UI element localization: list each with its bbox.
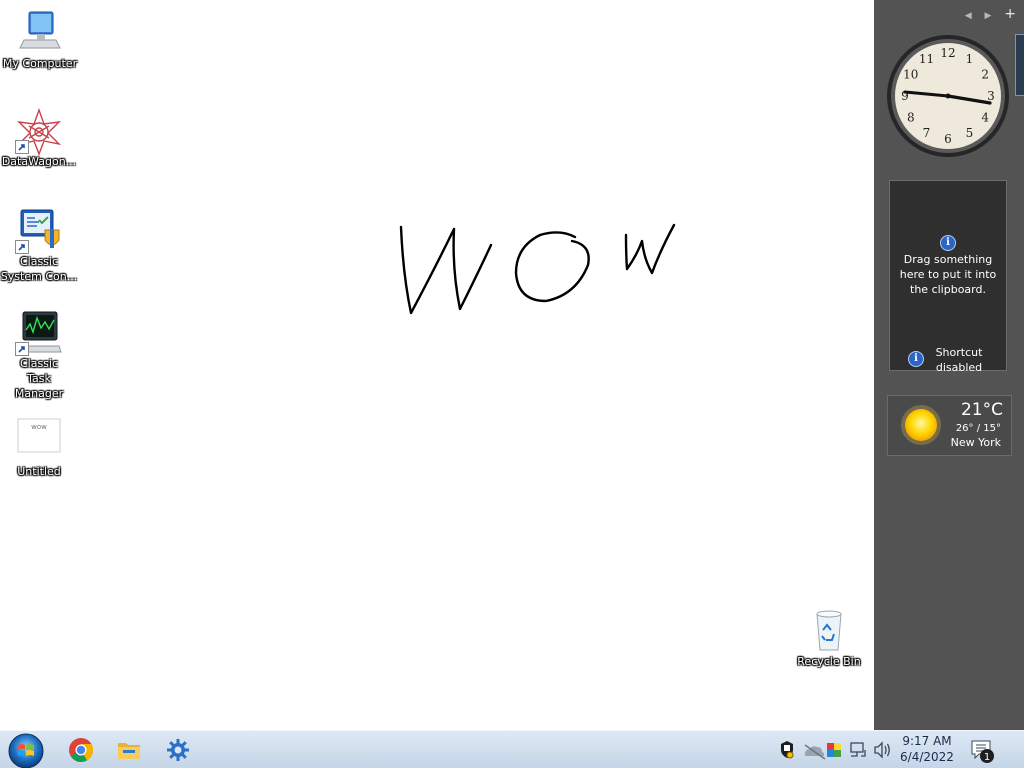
- paint-document-icon: wow: [15, 418, 63, 462]
- desktop-icon-label: Untitled: [17, 465, 61, 478]
- desktop-icon-classic-system-control[interactable]: Classic System Con...: [0, 208, 79, 284]
- desktop-icon-my-computer[interactable]: My Computer: [0, 10, 80, 71]
- taskbar-date: 6/4/2022: [900, 750, 954, 764]
- handwritten-wow-drawing: [390, 215, 690, 329]
- desktop-icon-label: Recycle Bin: [797, 655, 861, 668]
- clock-numeral: 3: [987, 89, 995, 103]
- color-app-icon: [827, 743, 841, 757]
- desktop-icon-classic-task-manager[interactable]: Classic Task Manager: [0, 310, 79, 401]
- clock-numeral: 4: [981, 111, 989, 125]
- control-panel-icon: [15, 208, 63, 254]
- task-manager-icon: [15, 310, 63, 356]
- network-icon: [850, 742, 866, 757]
- computer-icon: [16, 10, 64, 54]
- sidebar-controls: ◀ ▶ +: [956, 6, 1016, 22]
- desktop-icon-label: Classic Task Manager: [14, 357, 64, 400]
- gadget-toolbar-tab[interactable]: [1015, 34, 1024, 96]
- svg-text:wow: wow: [31, 423, 47, 431]
- clock-numeral: 1: [966, 52, 974, 66]
- clock-gadget[interactable]: 12 1 2 3 4 5 6 7 8 9 10 11: [886, 34, 1010, 158]
- clipboard-gadget[interactable]: i Drag something here to put it into the…: [889, 180, 1007, 374]
- desktop[interactable]: My Computer DataWagon... Classic System …: [0, 0, 874, 730]
- system-tray: [775, 731, 895, 768]
- taskbar-time: 9:17 AM: [902, 734, 952, 748]
- desktop-icon-untitled[interactable]: wow Untitled: [0, 418, 79, 479]
- clock-numeral: 10: [903, 68, 918, 82]
- desktop-icon-label: DataWagon...: [1, 155, 77, 168]
- weather-temperature: 21°C: [960, 400, 1003, 420]
- shortcut-status-text: Shortcut disabled: [935, 346, 983, 374]
- datawagon-icon: [15, 107, 63, 156]
- shortcut-arrow-icon: [15, 140, 29, 154]
- desktop-icon-recycle-bin[interactable]: Recycle Bin: [789, 608, 869, 669]
- prev-gadget-icon[interactable]: ◀: [965, 11, 972, 21]
- add-gadget-icon[interactable]: +: [1004, 6, 1016, 22]
- start-orb-icon[interactable]: [6, 733, 46, 768]
- recycle-bin-icon: [805, 608, 853, 652]
- clipboard-message: Drag something here to put it into the c…: [899, 253, 997, 296]
- chrome-icon[interactable]: [66, 735, 96, 765]
- settings-icon[interactable]: [163, 735, 193, 765]
- info-icon: i: [908, 351, 924, 367]
- desktop-icon-label: Classic System Con...: [0, 255, 78, 283]
- next-gadget-icon[interactable]: ▶: [985, 11, 992, 21]
- svg-text:1: 1: [984, 752, 990, 763]
- action-center-flag-icon: [781, 741, 794, 759]
- weather-gadget[interactable]: 21°C 26° / 15° New York: [887, 395, 1012, 456]
- clock-numeral: 5: [966, 126, 974, 140]
- clipboard-footer: i Shortcut disabled: [890, 345, 1006, 375]
- volume-icon: [874, 741, 890, 759]
- desktop-icon-label: My Computer: [2, 57, 78, 70]
- weather-city: New York: [950, 436, 1001, 449]
- clock-numeral: 11: [919, 52, 934, 66]
- clock-numeral: 2: [981, 68, 989, 82]
- shortcut-arrow-icon: [15, 342, 29, 356]
- clipboard-drop-area[interactable]: i Drag something here to put it into the…: [896, 235, 1000, 297]
- taskbar: 9:17 AM 6/4/2022 1: [0, 730, 1024, 768]
- file-explorer-icon[interactable]: [114, 735, 144, 765]
- clock-numeral: 6: [944, 132, 952, 146]
- info-icon: i: [940, 235, 956, 251]
- weather-high-low: 26° / 15°: [955, 423, 1001, 434]
- desktop-icon-datawagon[interactable]: DataWagon...: [0, 107, 79, 169]
- onedrive-icon: [804, 744, 826, 760]
- clock-numeral: 7: [923, 126, 931, 140]
- clock-numeral: 8: [907, 111, 915, 125]
- notification-center-icon[interactable]: 1: [970, 739, 998, 768]
- shortcut-arrow-icon: [15, 240, 29, 254]
- taskbar-clock[interactable]: 9:17 AM 6/4/2022: [896, 733, 958, 765]
- sun-icon: [900, 404, 942, 450]
- clock-numeral: 12: [940, 46, 955, 60]
